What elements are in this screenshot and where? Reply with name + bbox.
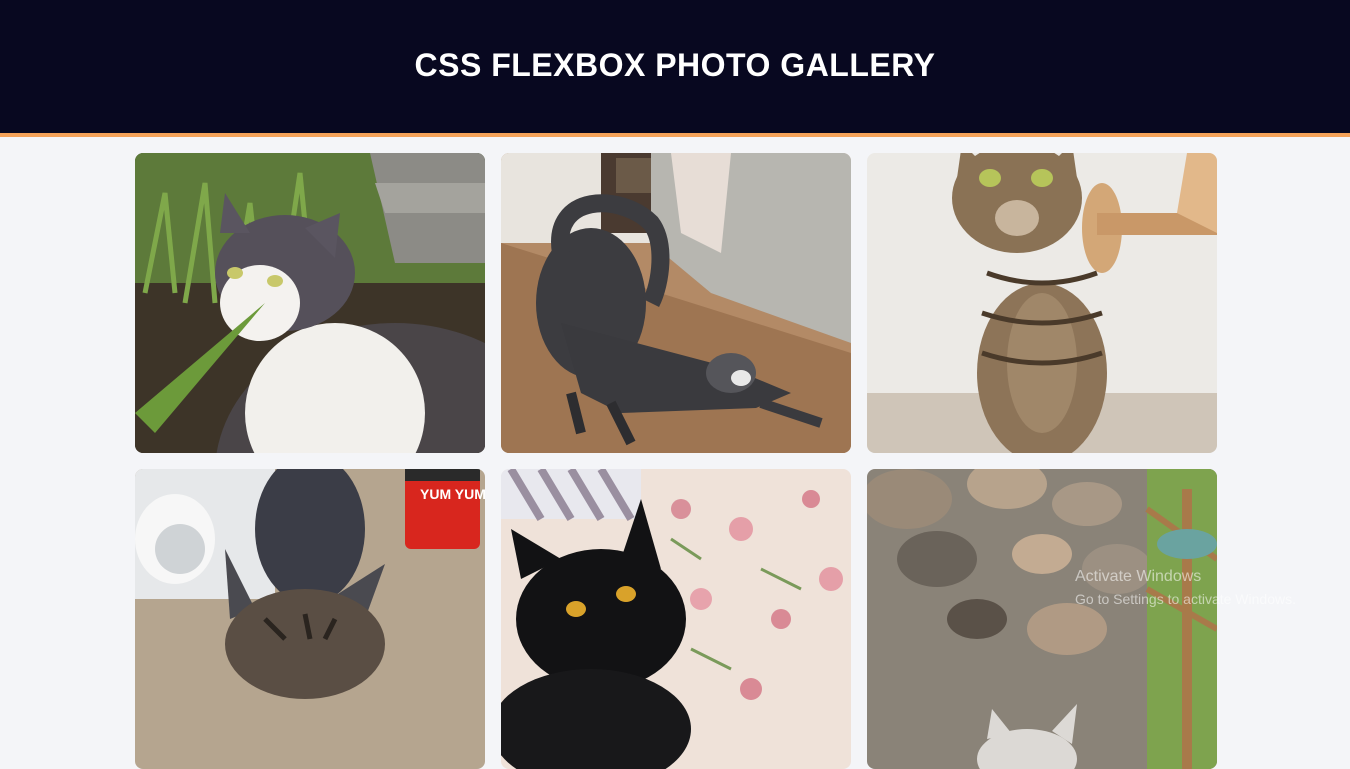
gallery-photo-5[interactable] <box>501 469 851 769</box>
photo-gallery: YUM YUM <box>135 153 1217 769</box>
page-header: CSS FLEXBOX PHOTO GALLERY <box>0 0 1350 137</box>
cat-photo-image <box>501 469 851 769</box>
cat-photo-image <box>135 153 485 453</box>
gallery-photo-1[interactable] <box>135 153 485 453</box>
cup-label: YUM YUM <box>420 486 485 502</box>
gallery-photo-6[interactable] <box>867 469 1217 769</box>
cat-photo-image: YUM YUM <box>135 469 485 769</box>
page-title: CSS FLEXBOX PHOTO GALLERY <box>414 47 936 83</box>
gallery-photo-2[interactable] <box>501 153 851 453</box>
gallery-photo-3[interactable] <box>867 153 1217 453</box>
cat-photo-image <box>867 469 1217 769</box>
cat-photo-image <box>867 153 1217 453</box>
gallery-photo-4[interactable]: YUM YUM <box>135 469 485 769</box>
cat-photo-image <box>501 153 851 453</box>
